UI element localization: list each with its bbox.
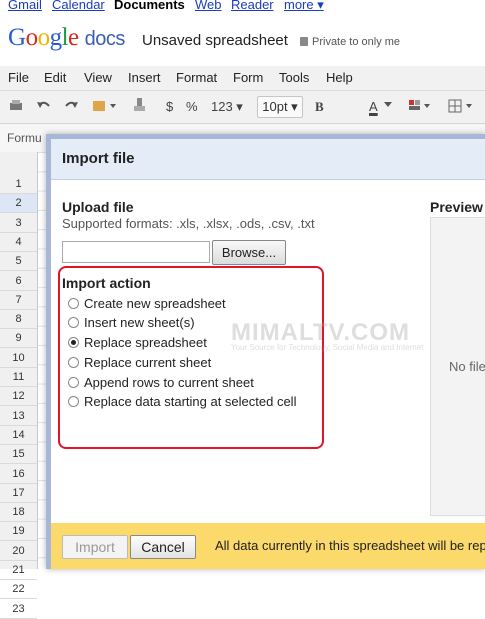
watermark-text: MIMALTV.COM (231, 319, 410, 346)
menu-file[interactable]: File (8, 70, 29, 85)
radio-button[interactable] (68, 298, 79, 309)
option-label: Insert new sheet(s) (84, 315, 195, 330)
currency-button[interactable]: $ (166, 99, 173, 114)
radio-button[interactable] (68, 377, 79, 388)
row-number[interactable]: 15 (0, 445, 37, 465)
google-docs-logo[interactable]: Google docs (8, 24, 125, 52)
dialog-footer: Import Cancel All data currently in this… (51, 523, 485, 569)
upload-file-heading: Upload file (62, 199, 134, 215)
undo-icon[interactable] (36, 99, 52, 113)
row-number[interactable]: 21 (0, 561, 37, 580)
row-number[interactable]: 5 (0, 252, 37, 272)
nav-gmail-link[interactable]: Gmail (8, 0, 42, 12)
option-append-rows[interactable]: Append rows to current sheet (68, 375, 254, 390)
redo-icon[interactable] (63, 99, 79, 113)
logo-docs-text: docs (84, 28, 126, 50)
file-path-input[interactable] (62, 241, 210, 263)
watermark: MIMALTV.COM Your Source for Technology, … (231, 319, 423, 352)
import-file-dialog: Import file Upload file Supported format… (46, 134, 485, 569)
fill-color-icon[interactable] (408, 98, 434, 114)
dialog-title-bar[interactable]: Import file (51, 139, 485, 180)
menu-insert[interactable]: Insert (128, 70, 161, 85)
row-number[interactable]: 14 (0, 426, 37, 445)
formula-label: Formu (7, 131, 42, 145)
row-number[interactable]: 23 (0, 600, 37, 619)
nav-more-link[interactable]: more ▾ (284, 0, 324, 13)
option-replace-data-selected-cell[interactable]: Replace data starting at selected cell (68, 394, 296, 409)
row-number[interactable]: 13 (0, 407, 37, 426)
row-number[interactable]: 9 (0, 329, 37, 349)
top-nav: Gmail Calendar Documents Web Reader more… (0, 0, 485, 18)
privacy-status[interactable]: Private to only me (300, 36, 400, 48)
row-number[interactable]: 18 (0, 503, 37, 523)
text-color-button[interactable]: A (369, 99, 378, 114)
menu-edit[interactable]: Edit (44, 70, 66, 85)
dialog-title: Import file (62, 150, 135, 167)
nav-reader-link[interactable]: Reader (231, 0, 274, 12)
menu-form[interactable]: Form (233, 70, 263, 85)
row-number[interactable]: 12 (0, 387, 37, 407)
preview-pane: No file (430, 217, 485, 516)
row-headers: 1 2 3 4 5 6 7 8 9 10 11 12 13 14 15 16 17 18 19 20 21 22 23 (0, 152, 38, 619)
app-header: Google docs Unsaved spreadsheet Private t… (0, 18, 485, 67)
row-number[interactable]: 20 (0, 542, 37, 561)
nav-documents-link[interactable]: Documents (114, 0, 185, 12)
menu-view[interactable]: View (84, 70, 112, 85)
menu-tools[interactable]: Tools (279, 70, 309, 85)
print-icon[interactable] (8, 99, 24, 113)
menu-help[interactable]: Help (326, 70, 353, 85)
row-number[interactable]: 2 (0, 194, 37, 214)
nav-web-link[interactable]: Web (195, 0, 222, 12)
borders-icon[interactable] (448, 98, 478, 114)
row-number[interactable]: 11 (0, 368, 37, 387)
row-number[interactable]: 3 (0, 214, 37, 233)
option-label: Replace current sheet (84, 355, 212, 370)
row-number[interactable]: 1 (0, 175, 37, 194)
radio-button[interactable] (68, 357, 79, 368)
nav-calendar-link[interactable]: Calendar (52, 0, 105, 12)
option-create-new-spreadsheet[interactable]: Create new spreadsheet (68, 296, 226, 311)
menu-format[interactable]: Format (176, 70, 217, 85)
option-label: Replace spreadsheet (84, 335, 207, 350)
preview-empty-text: No file (449, 359, 485, 374)
row-number[interactable]: 4 (0, 233, 37, 252)
menu-bar: File Edit View Insert Format Form Tools … (0, 66, 485, 91)
footer-warning-message: All data currently in this spreadsheet w… (215, 538, 485, 553)
row-number[interactable]: 7 (0, 291, 37, 310)
document-title[interactable]: Unsaved spreadsheet (142, 32, 288, 49)
number-format-dropdown[interactable]: 123 ▾ (211, 99, 243, 115)
option-label: Append rows to current sheet (84, 375, 254, 390)
row-number[interactable]: 17 (0, 484, 37, 503)
supported-formats-text: Supported formats: .xls, .xlsx, .ods, .c… (62, 216, 315, 231)
percent-button[interactable]: % (186, 99, 198, 114)
format-painter-icon[interactable] (92, 98, 118, 114)
clear-format-icon[interactable] (133, 97, 147, 113)
import-button[interactable]: Import (62, 535, 128, 559)
import-action-heading: Import action (62, 275, 151, 291)
cancel-button[interactable]: Cancel (130, 535, 196, 559)
radio-button[interactable] (68, 396, 79, 407)
option-replace-spreadsheet[interactable]: Replace spreadsheet (68, 335, 207, 350)
row-number[interactable]: 10 (0, 349, 37, 368)
option-label: Replace data starting at selected cell (84, 394, 297, 409)
watermark-subtext: Your Source for Technology, Social Media… (231, 343, 424, 352)
font-size-dropdown[interactable]: 10pt ▾ (257, 96, 303, 118)
option-label: Create new spreadsheet (84, 296, 226, 311)
privacy-label: Private to only me (312, 36, 401, 48)
radio-button-selected[interactable] (68, 337, 79, 348)
row-number[interactable]: 6 (0, 272, 37, 291)
row-number[interactable]: 19 (0, 522, 37, 542)
option-replace-current-sheet[interactable]: Replace current sheet (68, 355, 211, 370)
lock-icon (300, 37, 308, 46)
row-number[interactable]: 22 (0, 580, 37, 600)
option-insert-new-sheets[interactable]: Insert new sheet(s) (68, 315, 195, 330)
browse-button[interactable]: Browse... (212, 240, 286, 265)
preview-heading: Preview (430, 199, 483, 215)
bold-button[interactable]: B (315, 99, 324, 115)
chevron-down-icon[interactable] (384, 102, 392, 108)
toolbar: $ % 123 ▾ 10pt ▾ B A (0, 91, 485, 124)
row-number[interactable]: 16 (0, 465, 37, 484)
radio-button[interactable] (68, 317, 79, 328)
row-number[interactable]: 8 (0, 310, 37, 330)
